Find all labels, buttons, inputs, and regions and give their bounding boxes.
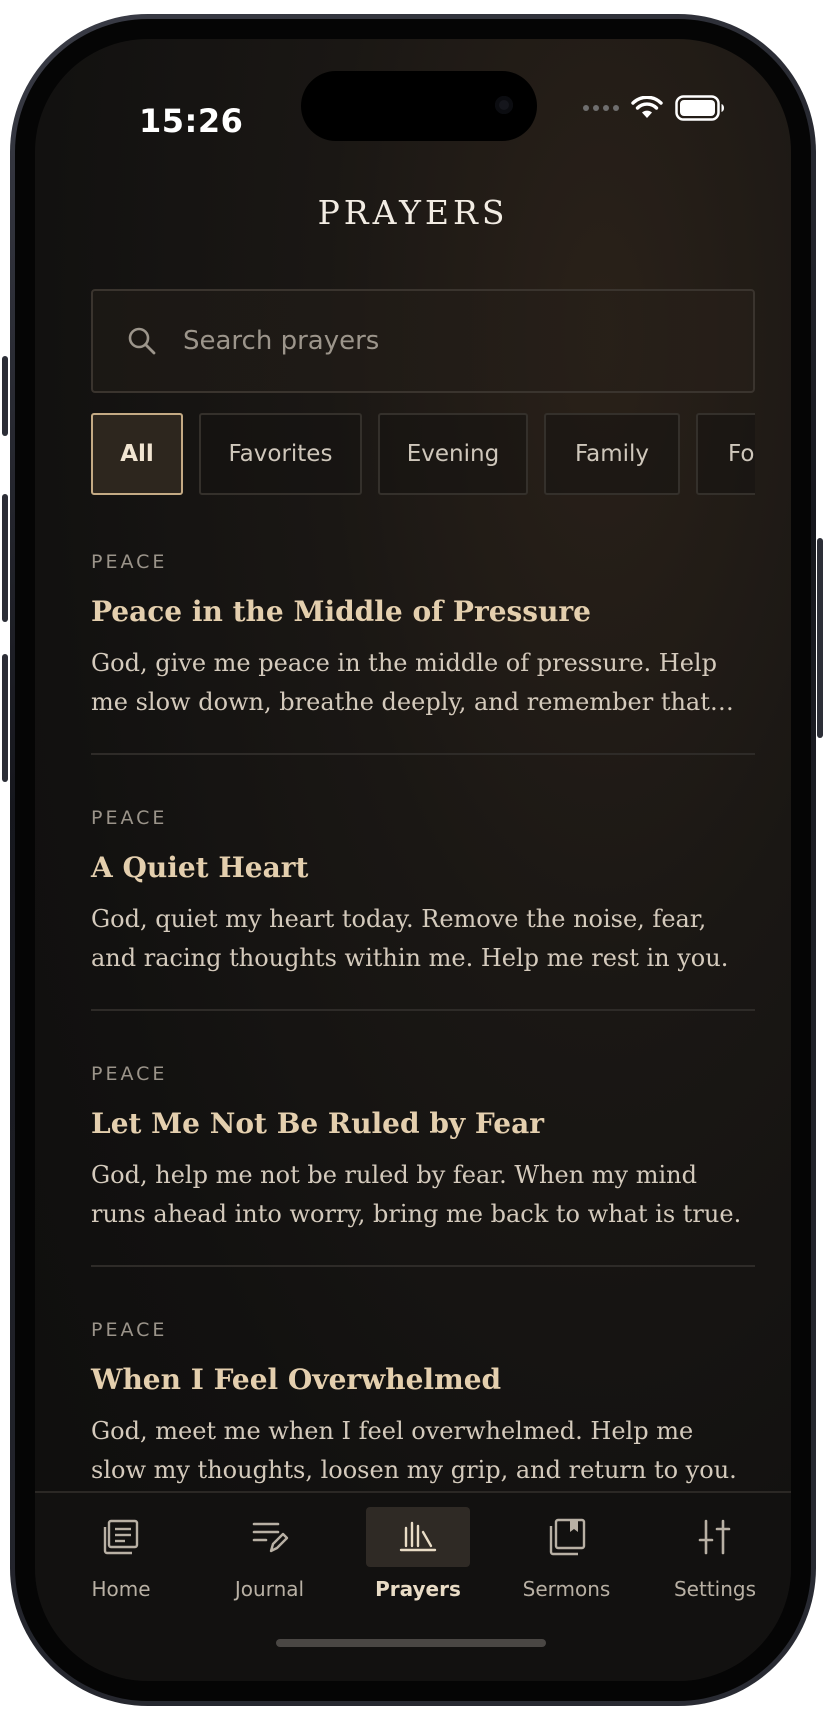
home-indicator[interactable] [276,1639,546,1647]
settings-icon [663,1507,767,1567]
tab-label: Prayers [375,1577,461,1601]
tab-label: Journal [234,1577,305,1601]
search-bar[interactable] [91,289,755,393]
volume-down-button [2,654,8,782]
status-time: 15:26 [139,102,244,140]
prayer-title: A Quiet Heart [91,851,309,884]
prayer-title: Peace in the Middle of Pressure [91,595,591,628]
prayer-excerpt: God, meet me when I feel overwhelmed. He… [91,1417,737,1484]
filter-chip-favorites[interactable]: Favorites [199,413,362,495]
phone-bezel: 15:26 PRAYERS Search prayers All Favorit… [15,19,811,1701]
tab-journal[interactable]: Journal [210,1507,330,1601]
battery-icon [675,95,724,121]
camera-icon [495,96,513,114]
tab-settings[interactable]: Settings [655,1507,775,1601]
filter-chip-all[interactable]: All [91,413,183,495]
sermons-icon [515,1507,619,1567]
screen: 15:26 PRAYERS Search prayers All Favorit… [35,39,791,1681]
filter-chip-family[interactable]: Family [544,413,680,495]
tab-label: Home [91,1577,151,1601]
prayer-excerpt: God, help me not be ruled by fear. When … [91,1161,742,1228]
prayer-title: When I Feel Overwhelmed [91,1363,502,1396]
prayer-category: PEACE [91,807,168,829]
tab-label: Settings [673,1577,757,1601]
power-button [817,538,823,738]
home-icon [69,1507,173,1567]
tab-label: Sermons [522,1577,611,1601]
prayer-list-item[interactable]: PEACE When I Feel Overwhelmed God, meet … [91,1267,755,1523]
journal-icon [218,1507,322,1567]
search-input[interactable] [181,325,701,357]
action-button [2,356,8,436]
prayer-list-item[interactable]: PEACE A Quiet Heart God, quiet my heart … [91,755,755,1011]
filter-chip-forgiveness[interactable]: Forgiveness [696,413,755,495]
prayer-category: PEACE [91,1063,168,1085]
phone-frame: 15:26 PRAYERS Search prayers All Favorit… [10,14,816,1706]
filter-chip-evening[interactable]: Evening [378,413,528,495]
tab-bar: Home Journal Prayers Sermons Settings [35,1491,791,1681]
filter-chips: All Favorites Evening Family Forgiveness [91,413,755,497]
prayer-category: PEACE [91,1319,168,1341]
wifi-icon [631,96,663,118]
tab-sermons[interactable]: Sermons [507,1507,627,1601]
prayer-excerpt: God, quiet my heart today. Remove the no… [91,905,729,972]
prayer-category: PEACE [91,551,168,573]
page-title: PRAYERS [317,193,509,232]
prayer-title: Let Me Not Be Ruled by Fear [91,1107,544,1140]
prayer-excerpt: God, give me peace in the middle of pres… [91,649,717,716]
dynamic-island [301,71,537,141]
prayer-list-item[interactable]: PEACE Peace in the Middle of Pressure Go… [91,499,755,755]
prayers-icon [366,1507,470,1567]
status-indicators [583,93,725,123]
volume-up-button [2,494,8,622]
search-icon [128,327,156,355]
cellular-signal-icon [583,105,619,111]
prayer-list-item[interactable]: PEACE Let Me Not Be Ruled by Fear God, h… [91,1011,755,1267]
tab-prayers[interactable]: Prayers [358,1507,478,1601]
prayer-list: PEACE Peace in the Middle of Pressure Go… [91,499,755,1523]
tab-home[interactable]: Home [61,1507,181,1601]
